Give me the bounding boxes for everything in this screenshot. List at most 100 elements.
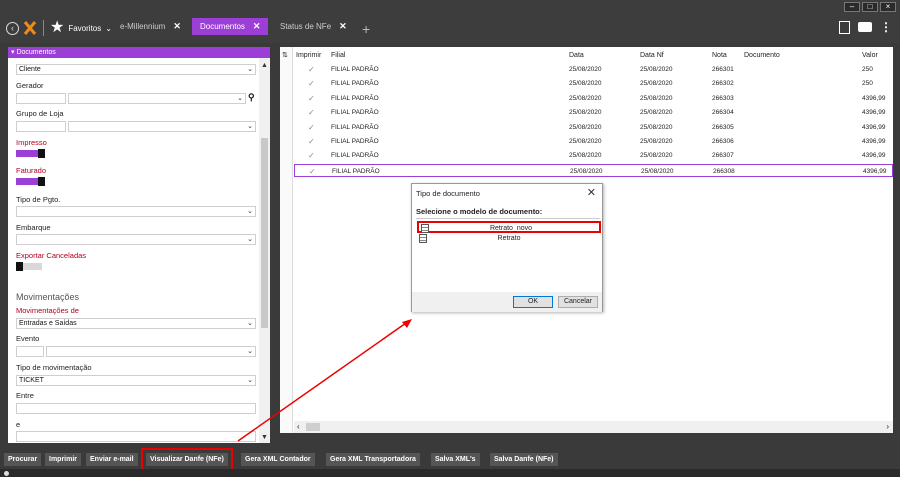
exportar-canceladas-toggle[interactable] xyxy=(16,262,46,271)
col-valor[interactable]: Valor xyxy=(862,52,878,59)
evento-select[interactable]: ⌄ xyxy=(46,346,256,357)
entre-input[interactable] xyxy=(16,403,256,414)
gera-xml-contador-button[interactable]: Gera XML Contador xyxy=(241,453,315,466)
tab-label: Status de NFe xyxy=(280,22,332,31)
table-row[interactable]: ✓ FILIAL PADRÃO 25/08/2020 25/08/2020 266305… xyxy=(294,121,893,134)
tipo-pgto-label: Tipo de Pgto. xyxy=(16,195,61,204)
table-row[interactable]: ✓ FILIAL PADRÃO 25/08/2020 25/08/2020 266306… xyxy=(294,135,893,148)
favorites-menu[interactable]: Favoritos xyxy=(68,24,101,33)
tab-label: e-Millennium xyxy=(120,22,166,31)
table-row[interactable]: ✓ FILIAL PADRÃO 25/08/2020 25/08/2020 266301… xyxy=(294,63,893,76)
col-filial[interactable]: Filial xyxy=(331,52,345,59)
cell-filial: FILIAL PADRÃO xyxy=(331,94,379,102)
print-checkbox[interactable]: ✓ xyxy=(308,151,315,160)
print-checkbox[interactable]: ✓ xyxy=(308,137,315,146)
document-icon[interactable] xyxy=(839,20,850,34)
gerador-code-input[interactable] xyxy=(16,93,66,104)
tab-documentos[interactable]: Documentos ✕ xyxy=(192,18,269,35)
cell-nota: 266304 xyxy=(712,109,734,117)
cell-valor: 250 xyxy=(862,80,873,88)
cell-valor: 4396,99 xyxy=(863,167,887,175)
impresso-toggle[interactable] xyxy=(16,149,46,158)
table-row[interactable]: ✓ FILIAL PADRÃO 25/08/2020 25/08/2020 266308… xyxy=(294,163,893,177)
horizontal-scrollbar[interactable]: ‹ › xyxy=(294,421,893,433)
cell-valor: 4396,99 xyxy=(862,138,886,145)
e-input[interactable] xyxy=(16,431,256,442)
table-row[interactable]: ✓ FILIAL PADRÃO 25/08/2020 25/08/2020 266307… xyxy=(294,149,893,162)
close-icon[interactable]: ✕ xyxy=(173,21,181,32)
evento-code-input[interactable] xyxy=(16,346,44,357)
scroll-right-icon[interactable]: › xyxy=(886,422,889,431)
grupo-loja-code-input[interactable] xyxy=(16,121,66,132)
table-row[interactable]: ✓ FILIAL PADRÃO 25/08/2020 25/08/2020 266302… xyxy=(294,77,893,90)
close-window-icon[interactable]: × xyxy=(880,2,896,12)
cell-nota: 266308 xyxy=(713,167,735,175)
movimentacoes-de-select[interactable]: Entradas e Saídas ⌄ xyxy=(16,318,256,329)
close-icon[interactable]: ✕ xyxy=(339,21,347,32)
scroll-thumb[interactable] xyxy=(306,423,320,431)
maximize-icon[interactable]: □ xyxy=(862,2,878,12)
ok-button[interactable]: OK xyxy=(513,296,553,308)
print-checkbox[interactable]: ✓ xyxy=(308,79,315,88)
salva-danfe-button[interactable]: Salva Danfe (NFe) xyxy=(490,453,558,466)
back-icon[interactable]: ‹ xyxy=(6,21,19,35)
cell-data-nf: 25/08/2020 xyxy=(640,138,673,145)
model-option-label: Retrato_novo xyxy=(489,225,533,232)
model-option-retrato-novo[interactable]: Retrato_novo xyxy=(417,221,601,233)
col-imprimir[interactable]: Imprimir xyxy=(296,52,321,59)
nav-left: ‹ ★ Favoritos ⌄ xyxy=(6,20,112,36)
tab-status-nfe[interactable]: Status de NFe ✕ xyxy=(272,18,355,35)
search-icon[interactable]: ⚲ xyxy=(248,92,255,103)
salva-xmls-button[interactable]: Salva XML's xyxy=(431,453,480,466)
col-documento[interactable]: Documento xyxy=(744,52,780,59)
print-checkbox[interactable]: ✓ xyxy=(309,167,316,176)
procurar-button[interactable]: Procurar xyxy=(4,453,42,466)
panel-header[interactable]: ▾ Documentos xyxy=(8,47,270,58)
grupo-loja-label: Grupo de Loja xyxy=(16,109,64,118)
panel-scrollbar[interactable]: ▲ ▼ xyxy=(259,58,270,443)
table-row[interactable]: ✓ FILIAL PADRÃO 25/08/2020 25/08/2020 266304… xyxy=(294,106,893,119)
print-checkbox[interactable]: ✓ xyxy=(308,65,315,74)
cancel-button[interactable]: Cancelar xyxy=(558,296,598,308)
sort-icon[interactable]: ⇅ xyxy=(282,51,288,59)
tab-label: Documentos xyxy=(200,22,245,31)
add-tab-icon[interactable]: + xyxy=(362,22,370,36)
tipo-pgto-select[interactable]: ⌄ xyxy=(16,206,256,217)
minimize-icon[interactable]: – xyxy=(844,2,860,12)
visualizar-danfe-button[interactable]: Visualizar Danfe (NFe) xyxy=(141,448,233,471)
model-option-retrato[interactable]: Retrato xyxy=(417,233,601,245)
col-data[interactable]: Data xyxy=(569,52,584,59)
imprimir-button[interactable]: Imprimir xyxy=(45,453,82,466)
close-icon[interactable]: ✕ xyxy=(587,186,596,199)
exportar-canceladas-label: Exportar Canceladas xyxy=(16,251,87,260)
chevron-down-icon: ⌄ xyxy=(247,348,253,355)
gerador-select[interactable]: ⌄ xyxy=(68,93,246,104)
embarque-select[interactable]: ⌄ xyxy=(16,234,256,245)
tipo-mov-select[interactable]: TICKET ⌄ xyxy=(16,375,256,386)
enviar-email-button[interactable]: Enviar e-mail xyxy=(86,453,138,466)
scroll-left-icon[interactable]: ‹ xyxy=(297,422,300,431)
gera-xml-transportadora-button[interactable]: Gera XML Transportadora xyxy=(326,453,420,466)
print-checkbox[interactable]: ✓ xyxy=(308,123,315,132)
scroll-up-icon[interactable]: ▲ xyxy=(261,62,268,69)
print-checkbox[interactable]: ✓ xyxy=(308,108,315,117)
tab-e-millennium[interactable]: e-Millennium ✕ xyxy=(112,18,189,35)
status-bar xyxy=(0,469,900,477)
table-row[interactable]: ✓ FILIAL PADRÃO 25/08/2020 25/08/2020 266303… xyxy=(294,92,893,105)
scroll-thumb[interactable] xyxy=(261,138,268,328)
scroll-down-icon[interactable]: ▼ xyxy=(261,434,268,441)
chat-icon[interactable] xyxy=(858,22,872,32)
faturado-label: Faturado xyxy=(16,166,47,175)
chevron-down-icon[interactable]: ⌄ xyxy=(105,24,112,33)
cell-valor: 250 xyxy=(862,66,873,73)
col-data-nf[interactable]: Data Nf xyxy=(640,52,664,59)
more-icon[interactable]: ⋮ xyxy=(880,20,892,34)
cliente-select[interactable]: Cliente ⌄ xyxy=(16,64,256,75)
cell-valor: 4396,99 xyxy=(862,152,886,160)
grupo-loja-select[interactable]: ⌄ xyxy=(68,121,256,132)
print-checkbox[interactable]: ✓ xyxy=(308,94,315,103)
star-icon[interactable]: ★ xyxy=(50,20,64,36)
col-nota[interactable]: Nota xyxy=(712,52,727,59)
faturado-toggle[interactable] xyxy=(16,177,46,186)
close-icon[interactable]: ✕ xyxy=(253,21,261,32)
